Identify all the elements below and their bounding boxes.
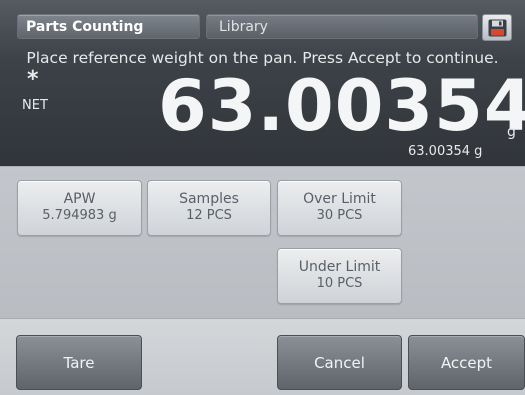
apw-value: 5.794983 g (42, 208, 117, 223)
samples-value: 12 PCS (186, 208, 232, 223)
app-mode-button[interactable]: Parts Counting (17, 14, 200, 39)
cancel-button[interactable]: Cancel (277, 335, 402, 390)
tare-button[interactable]: Tare (16, 335, 142, 390)
over-limit-value: 30 PCS (316, 208, 363, 223)
stability-indicator: * (27, 67, 39, 92)
secondary-weight-readout: 63.00354 g (408, 144, 483, 159)
apw-label: APW (63, 191, 96, 207)
accept-button[interactable]: Accept (408, 335, 525, 390)
library-button[interactable]: Library (206, 14, 478, 39)
save-button[interactable] (482, 14, 512, 41)
over-limit-label: Over Limit (303, 191, 376, 207)
action-bar: Tare Cancel Accept (0, 318, 525, 395)
apw-field[interactable]: APW 5.794983 g (17, 180, 142, 236)
samples-label: Samples (179, 191, 239, 207)
main-weight-unit: g (507, 124, 516, 140)
weight-display: Parts Counting Library Place reference w… (0, 0, 525, 166)
data-panel: APW 5.794983 g Samples 12 PCS Over Limit… (0, 166, 525, 319)
under-limit-label: Under Limit (298, 259, 381, 275)
main-weight-readout: 63.00354 (158, 65, 525, 147)
under-limit-field[interactable]: Under Limit 10 PCS (277, 248, 402, 304)
samples-field[interactable]: Samples 12 PCS (147, 180, 271, 236)
top-bar: Parts Counting Library (0, 0, 525, 46)
over-limit-field[interactable]: Over Limit 30 PCS (277, 180, 402, 236)
under-limit-value: 10 PCS (316, 276, 363, 291)
net-label: NET (22, 98, 48, 113)
